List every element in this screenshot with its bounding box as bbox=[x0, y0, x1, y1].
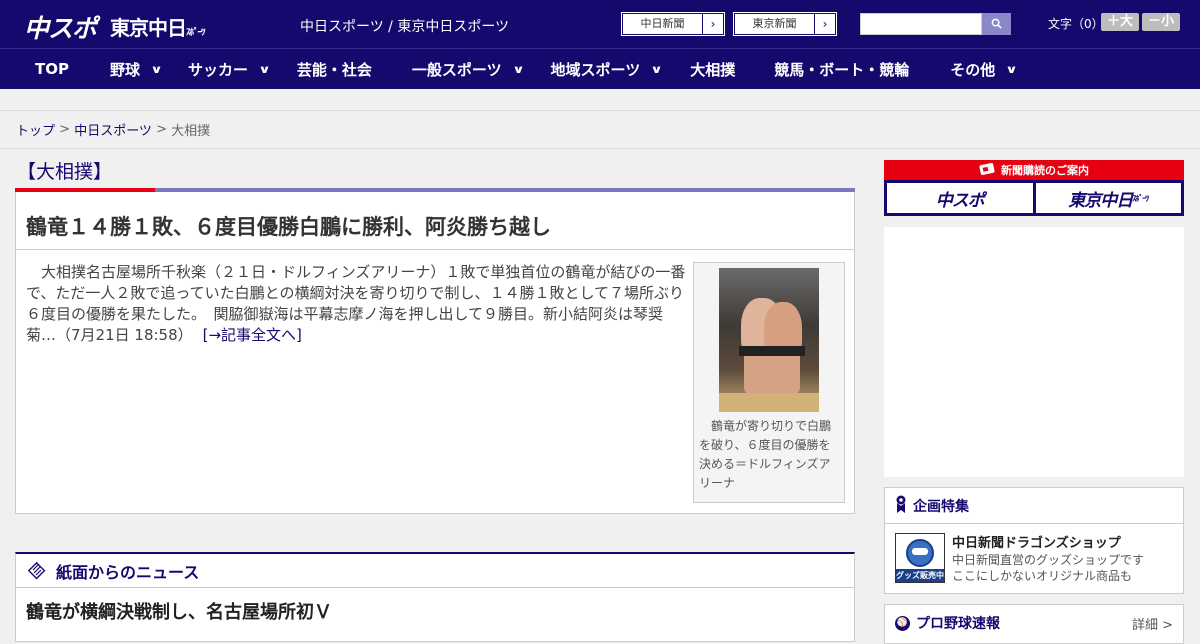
nav-label: 大相撲 bbox=[690, 60, 736, 79]
print-news-box: 紙面からのニュース 鶴竜が横綱決戦制し、名古屋場所初Ｖ bbox=[15, 552, 855, 642]
nav-item-soccer[interactable]: サッカー ∨ bbox=[187, 49, 271, 89]
subscription-bar: 新聞購読のご案内 bbox=[884, 160, 1184, 180]
newspaper-icon bbox=[979, 162, 995, 178]
nav-item-baseball[interactable]: 野球 ∨ bbox=[109, 49, 163, 89]
nav-label: 一般スポーツ bbox=[411, 60, 502, 79]
chunichi-shimbun-link[interactable]: 中日新聞 › bbox=[621, 12, 725, 36]
nav-label: 野球 bbox=[109, 60, 140, 79]
baseball-title: プロ野球速報 bbox=[916, 616, 1000, 632]
nav-label: TOP bbox=[35, 60, 69, 78]
dragons-shop-thumbnail: グッズ販売中 bbox=[895, 533, 945, 583]
ribbon-icon bbox=[895, 495, 907, 517]
breadcrumb-top[interactable]: トップ bbox=[16, 120, 55, 139]
nav-label: サッカー bbox=[187, 60, 248, 79]
main-content: 【大相撲】 鶴竜１４勝１敗、６度目優勝白鵬に勝利、阿炎勝ち越し 大相撲名古屋場所… bbox=[15, 150, 855, 514]
feature-title: 企画特集 bbox=[913, 498, 969, 515]
photo-caption: 鶴竜が寄り切りで白鵬を破り、６度目の優勝を決める＝ドルフィンズアリーナ bbox=[699, 419, 832, 490]
article-card: 鶴竜１４勝１敗、６度目優勝白鵬に勝利、阿炎勝ち越し 大相撲名古屋場所千秋楽（２１… bbox=[15, 192, 855, 514]
chevron-down-icon: ∨ bbox=[258, 62, 271, 76]
breadcrumb-sep: > bbox=[55, 122, 75, 137]
print-news-header: 紙面からのニュース bbox=[16, 554, 854, 588]
photo-box: 鶴竜が寄り切りで白鵬を破り、６度目の優勝を決める＝ドルフィンズアリーナ bbox=[693, 262, 845, 503]
mascot-eyes bbox=[912, 548, 928, 555]
site-header: 中スポ 東京中日ｽﾎﾟｰﾂ 中日スポーツ / 東京中日スポーツ 中日新聞 › 東… bbox=[0, 0, 1200, 48]
breadcrumb-section[interactable]: 中日スポーツ bbox=[74, 120, 152, 139]
nav-item-other[interactable]: その他 ∨ bbox=[950, 49, 1018, 89]
subscription-title: 新聞購読のご案内 bbox=[1001, 164, 1089, 177]
chevron-down-icon: ∨ bbox=[150, 62, 163, 76]
tokyo-logo-text: 東京中日 bbox=[110, 16, 187, 40]
sub-logo-sub: ｽﾎﾟｰﾂ bbox=[1132, 193, 1149, 203]
breadcrumb-current: 大相撲 bbox=[171, 124, 211, 139]
nav-item-top[interactable]: TOP bbox=[35, 49, 69, 89]
feature-desc-line: 中日新聞直営のグッズショップです bbox=[952, 553, 1145, 567]
tokyo-chunichi-logo[interactable]: 東京中日ｽﾎﾟｰﾂ bbox=[110, 12, 205, 41]
article-headline: 鶴竜１４勝１敗、６度目優勝白鵬に勝利、阿炎勝ち越し bbox=[16, 192, 854, 250]
font-larger-button[interactable]: ＋大 bbox=[1101, 13, 1139, 31]
feature-item[interactable]: グッズ販売中 中日新聞ドラゴンズショップ 中日新聞直営のグッズショップです ここ… bbox=[885, 524, 1183, 594]
ad-slot bbox=[884, 227, 1184, 477]
font-smaller-button[interactable]: －小 bbox=[1142, 13, 1180, 31]
chuspo-logo[interactable]: 中スポ bbox=[24, 9, 97, 45]
breadcrumb-sep: > bbox=[151, 122, 172, 137]
site-title: 中日スポーツ / 東京中日スポーツ bbox=[300, 19, 510, 35]
sub-bar bbox=[0, 89, 1200, 111]
feature-item-title: 中日新聞ドラゴンズショップ bbox=[952, 536, 1121, 551]
nav-item-racing[interactable]: 競馬・ボート・競輪 bbox=[774, 49, 909, 89]
subscription-logos: 中スポ 東京中日 ｽﾎﾟｰﾂ bbox=[884, 180, 1184, 216]
chevron-down-icon: ∨ bbox=[511, 62, 525, 76]
search-input[interactable] bbox=[860, 13, 982, 35]
search-icon bbox=[991, 18, 1002, 29]
photo-figure bbox=[744, 356, 800, 396]
subscribe-tokyo-link[interactable]: 東京中日 ｽﾎﾟｰﾂ bbox=[1035, 183, 1181, 213]
nav-label: 競馬・ボート・競輪 bbox=[774, 60, 910, 79]
font-size-label: 文字（0） bbox=[1048, 17, 1104, 31]
article-excerpt: 大相撲名古屋場所千秋楽（２１日・ドルフィンズアリーナ）１敗で単独首位の鶴竜が結び… bbox=[26, 263, 686, 344]
photo-ring bbox=[719, 393, 819, 412]
feature-box: 企画特集 グッズ販売中 中日新聞ドラゴンズショップ 中日新聞直営のグッズショップ… bbox=[884, 487, 1184, 594]
chevron-down-icon: ∨ bbox=[650, 62, 663, 76]
nav-label: 芸能・社会 bbox=[296, 60, 372, 79]
newspaper-icon bbox=[26, 561, 46, 581]
nav-item-entertainment[interactable]: 芸能・社会 bbox=[297, 49, 372, 89]
tokyo-shimbun-label: 東京新聞 bbox=[735, 14, 815, 34]
article-body: 大相撲名古屋場所千秋楽（２１日・ドルフィンズアリーナ）１敗で単独首位の鶴竜が結び… bbox=[26, 262, 686, 346]
article-photo[interactable] bbox=[719, 268, 819, 412]
feature-desc-line: ここにしかないオリジナル商品も bbox=[952, 569, 1133, 583]
baseball-header: ⚾ プロ野球速報 詳細 > bbox=[885, 605, 1183, 633]
tokyo-logo-sub: ｽﾎﾟｰﾂ bbox=[186, 28, 205, 38]
nav-item-general-sports[interactable]: 一般スポーツ ∨ bbox=[411, 49, 525, 89]
subscribe-chuspo-link[interactable]: 中スポ bbox=[887, 183, 1033, 213]
chevron-right-icon: › bbox=[710, 17, 716, 31]
photo-figure bbox=[739, 346, 805, 356]
baseball-live-box: ⚾ プロ野球速報 詳細 > bbox=[884, 604, 1184, 644]
chunichi-shimbun-label: 中日新聞 bbox=[623, 14, 703, 34]
feature-item-desc: 中日新聞直営のグッズショップです ここにしかないオリジナル商品も bbox=[952, 552, 1144, 584]
subscription-banner[interactable]: 新聞購読のご案内 中スポ 東京中日 ｽﾎﾟｰﾂ bbox=[884, 160, 1184, 216]
print-news-title: 紙面からのニュース bbox=[56, 562, 200, 582]
category-title: 【大相撲】 bbox=[17, 161, 113, 183]
tokyo-shimbun-link[interactable]: 東京新聞 › bbox=[733, 12, 837, 36]
goods-label: グッズ販売中 bbox=[896, 569, 944, 582]
news-item-link[interactable]: 鶴竜が横綱決戦制し、名古屋場所初Ｖ bbox=[16, 588, 854, 634]
nav-label: その他 bbox=[950, 60, 996, 79]
nav-item-local-sports[interactable]: 地域スポーツ ∨ bbox=[550, 49, 663, 89]
sub-logo-text: 東京中日 bbox=[1068, 190, 1133, 211]
chevron-right-icon: › bbox=[822, 17, 828, 31]
baseball-icon: ⚾ bbox=[895, 615, 910, 631]
search-button[interactable] bbox=[982, 13, 1011, 35]
nav-item-sumo[interactable]: 大相撲 bbox=[690, 49, 735, 89]
feature-header: 企画特集 bbox=[885, 488, 1183, 524]
breadcrumb: トップ > 中日スポーツ > 大相撲 bbox=[0, 111, 1200, 149]
chevron-down-icon: ∨ bbox=[1005, 62, 1018, 76]
read-more-link[interactable]: [→記事全文へ] bbox=[203, 326, 302, 344]
main-nav: TOP 野球 ∨ サッカー ∨ 芸能・社会 一般スポーツ ∨ 地域スポーツ ∨ 大相撲 … bbox=[0, 48, 1200, 89]
nav-label: 地域スポーツ bbox=[550, 60, 641, 79]
